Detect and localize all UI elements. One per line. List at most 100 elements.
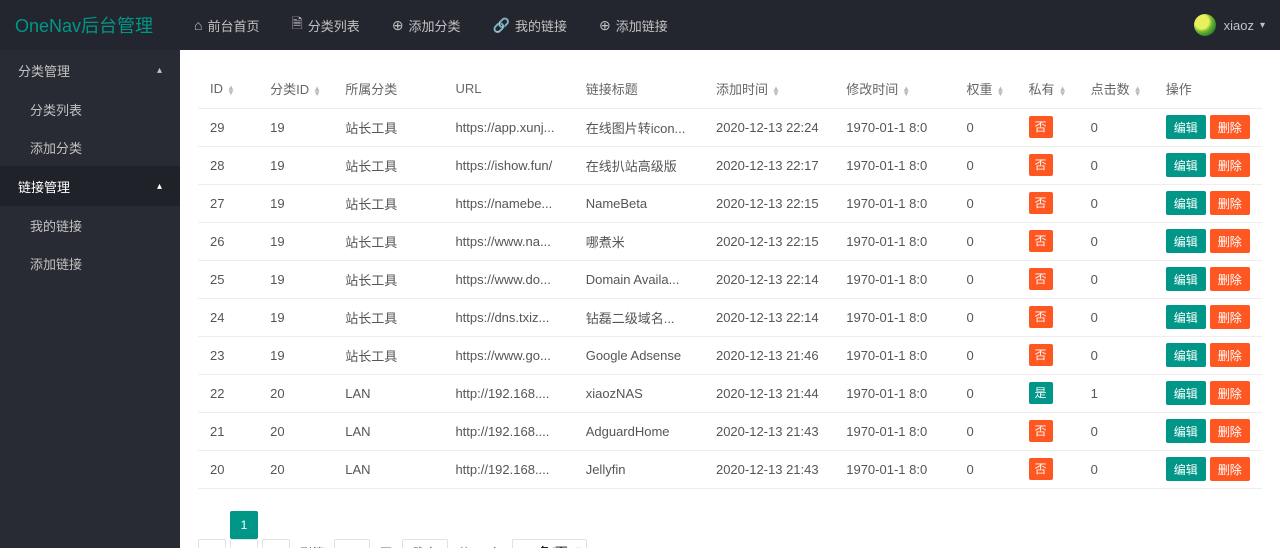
private-badge: 否 bbox=[1029, 306, 1053, 328]
cell-url[interactable]: https://namebe... bbox=[443, 184, 573, 222]
col-header[interactable]: 私有▲▼ bbox=[1017, 70, 1079, 108]
cell-url[interactable]: https://ishow.fun/ bbox=[443, 146, 573, 184]
nav-前台首页[interactable]: ⌂前台首页 bbox=[178, 0, 275, 50]
cell-cid: 19 bbox=[258, 222, 333, 260]
nav-icon: ⊕ bbox=[392, 17, 404, 34]
sidebar-item-添加分类[interactable]: 添加分类 bbox=[0, 128, 180, 166]
page-size-select[interactable]: 10 条/页 bbox=[512, 539, 587, 548]
table-row: 2319站长工具https://www.go...Google Adsense2… bbox=[198, 336, 1262, 374]
nav-添加分类[interactable]: ⊕添加分类 bbox=[376, 0, 477, 50]
edit-button[interactable]: 编辑 bbox=[1166, 191, 1206, 215]
cell-url[interactable]: https://app.xunj... bbox=[443, 108, 573, 146]
page-1[interactable]: 1 bbox=[230, 511, 258, 539]
goto-confirm[interactable]: 确定 bbox=[402, 539, 448, 548]
delete-button[interactable]: 删除 bbox=[1210, 419, 1250, 443]
cell-private: 是 bbox=[1017, 374, 1079, 412]
goto-input[interactable] bbox=[334, 539, 370, 548]
cell-weight: 0 bbox=[954, 298, 1016, 336]
col-header[interactable]: 分类ID▲▼ bbox=[258, 70, 333, 108]
page-prev[interactable]: < bbox=[198, 539, 226, 548]
edit-button[interactable]: 编辑 bbox=[1166, 229, 1206, 253]
cell-weight: 0 bbox=[954, 336, 1016, 374]
cell-private: 否 bbox=[1017, 298, 1079, 336]
page-2[interactable]: 2 bbox=[230, 539, 258, 548]
cell-actions: 编辑删除 bbox=[1154, 412, 1262, 450]
col-header[interactable]: 修改时间▲▼ bbox=[834, 70, 954, 108]
cell-modtime: 1970-01-1 8:0 bbox=[834, 374, 954, 412]
page-next[interactable]: > bbox=[262, 539, 290, 548]
sidebar-item-分类列表[interactable]: 分类列表 bbox=[0, 90, 180, 128]
cell-title: 在线图片转icon... bbox=[574, 108, 704, 146]
cell-actions: 编辑删除 bbox=[1154, 260, 1262, 298]
cell-url[interactable]: https://dns.txiz... bbox=[443, 298, 573, 336]
cell-private: 否 bbox=[1017, 260, 1079, 298]
delete-button[interactable]: 删除 bbox=[1210, 229, 1250, 253]
user-menu[interactable]: xiaoz ▾ bbox=[1194, 14, 1265, 36]
cell-addtime: 2020-12-13 22:17 bbox=[704, 146, 834, 184]
table-row: 2220LANhttp://192.168....xiaozNAS2020-12… bbox=[198, 374, 1262, 412]
edit-button[interactable]: 编辑 bbox=[1166, 381, 1206, 405]
cell-url[interactable]: http://192.168.... bbox=[443, 450, 573, 488]
col-header[interactable]: 添加时间▲▼ bbox=[704, 70, 834, 108]
col-header[interactable]: 权重▲▼ bbox=[954, 70, 1016, 108]
sidebar: 分类管理▴分类列表添加分类链接管理▴我的链接添加链接 bbox=[0, 50, 180, 548]
cell-url[interactable]: https://www.do... bbox=[443, 260, 573, 298]
cell-private: 否 bbox=[1017, 108, 1079, 146]
cell-weight: 0 bbox=[954, 412, 1016, 450]
cell-actions: 编辑删除 bbox=[1154, 146, 1262, 184]
cell-private: 否 bbox=[1017, 412, 1079, 450]
delete-button[interactable]: 删除 bbox=[1210, 191, 1250, 215]
cell-addtime: 2020-12-13 21:43 bbox=[704, 412, 834, 450]
edit-button[interactable]: 编辑 bbox=[1166, 419, 1206, 443]
nav-分类列表[interactable]: 🗎分类列表 bbox=[276, 0, 376, 50]
private-badge: 否 bbox=[1029, 458, 1053, 480]
edit-button[interactable]: 编辑 bbox=[1166, 343, 1206, 367]
cell-url[interactable]: http://192.168.... bbox=[443, 374, 573, 412]
cell-id: 20 bbox=[198, 450, 258, 488]
private-badge: 否 bbox=[1029, 344, 1053, 366]
delete-button[interactable]: 删除 bbox=[1210, 457, 1250, 481]
cell-url[interactable]: http://192.168.... bbox=[443, 412, 573, 450]
cell-addtime: 2020-12-13 21:44 bbox=[704, 374, 834, 412]
delete-button[interactable]: 删除 bbox=[1210, 267, 1250, 291]
delete-button[interactable]: 删除 bbox=[1210, 153, 1250, 177]
table-row: 2719站长工具https://namebe...NameBeta2020-12… bbox=[198, 184, 1262, 222]
edit-button[interactable]: 编辑 bbox=[1166, 305, 1206, 329]
edit-button[interactable]: 编辑 bbox=[1166, 267, 1206, 291]
nav-我的链接[interactable]: 🔗我的链接 bbox=[477, 0, 583, 50]
delete-button[interactable]: 删除 bbox=[1210, 305, 1250, 329]
sidebar-item-我的链接[interactable]: 我的链接 bbox=[0, 206, 180, 244]
brand-logo[interactable]: OneNav后台管理 bbox=[15, 12, 153, 38]
edit-button[interactable]: 编辑 bbox=[1166, 153, 1206, 177]
sort-icon: ▲▼ bbox=[1059, 86, 1067, 96]
cell-url[interactable]: https://www.go... bbox=[443, 336, 573, 374]
nav-添加链接[interactable]: ⊕添加链接 bbox=[583, 0, 684, 50]
cell-clicks: 0 bbox=[1079, 108, 1154, 146]
cell-actions: 编辑删除 bbox=[1154, 108, 1262, 146]
col-header: 操作 bbox=[1154, 70, 1262, 108]
cell-clicks: 0 bbox=[1079, 184, 1154, 222]
col-header[interactable]: ID▲▼ bbox=[198, 70, 258, 108]
edit-button[interactable]: 编辑 bbox=[1166, 115, 1206, 139]
cell-modtime: 1970-01-1 8:0 bbox=[834, 260, 954, 298]
delete-button[interactable]: 删除 bbox=[1210, 343, 1250, 367]
sort-icon: ▲▼ bbox=[227, 85, 235, 95]
sidebar-item-添加链接[interactable]: 添加链接 bbox=[0, 244, 180, 282]
cell-cid: 19 bbox=[258, 108, 333, 146]
edit-button[interactable]: 编辑 bbox=[1166, 457, 1206, 481]
cell-category: 站长工具 bbox=[333, 184, 443, 222]
delete-button[interactable]: 删除 bbox=[1210, 115, 1250, 139]
sidebar-group-链接管理[interactable]: 链接管理▴ bbox=[0, 166, 180, 206]
cell-cid: 19 bbox=[258, 260, 333, 298]
nav-icon: 🗎 bbox=[292, 13, 303, 37]
cell-category: LAN bbox=[333, 450, 443, 488]
col-header[interactable]: 点击数▲▼ bbox=[1079, 70, 1154, 108]
cell-url[interactable]: https://www.na... bbox=[443, 222, 573, 260]
cell-cid: 20 bbox=[258, 412, 333, 450]
delete-button[interactable]: 删除 bbox=[1210, 381, 1250, 405]
sidebar-group-分类管理[interactable]: 分类管理▴ bbox=[0, 50, 180, 90]
table-row: 2120LANhttp://192.168....AdguardHome2020… bbox=[198, 412, 1262, 450]
cell-cid: 19 bbox=[258, 146, 333, 184]
cell-actions: 编辑删除 bbox=[1154, 450, 1262, 488]
cell-id: 21 bbox=[198, 412, 258, 450]
